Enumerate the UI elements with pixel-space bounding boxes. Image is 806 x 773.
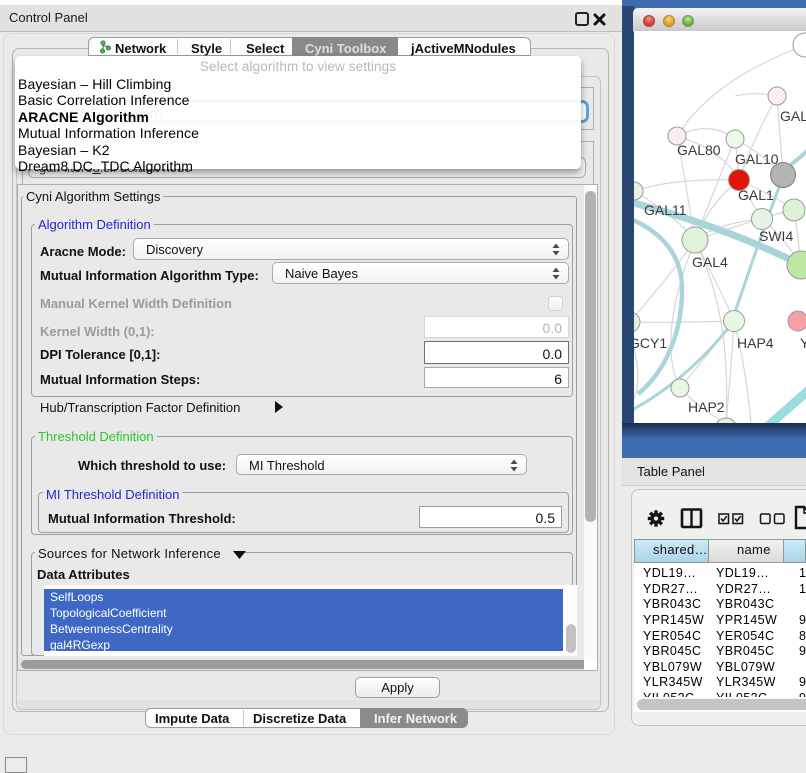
svg-text:GAL: GAL (780, 108, 806, 124)
svg-text:Y: Y (800, 335, 806, 351)
svg-text:GAL1: GAL1 (738, 187, 774, 203)
svg-text:SWI4: SWI4 (759, 228, 793, 244)
svg-text:GAL10: GAL10 (735, 151, 779, 167)
svg-text:GAL11: GAL11 (644, 202, 687, 218)
svg-text:HAP4: HAP4 (737, 335, 774, 351)
svg-text:GAL4: GAL4 (692, 254, 728, 270)
svg-text:GCY1: GCY1 (634, 335, 667, 351)
svg-text:GAL80: GAL80 (677, 142, 721, 158)
svg-text:HAP2: HAP2 (688, 399, 725, 415)
